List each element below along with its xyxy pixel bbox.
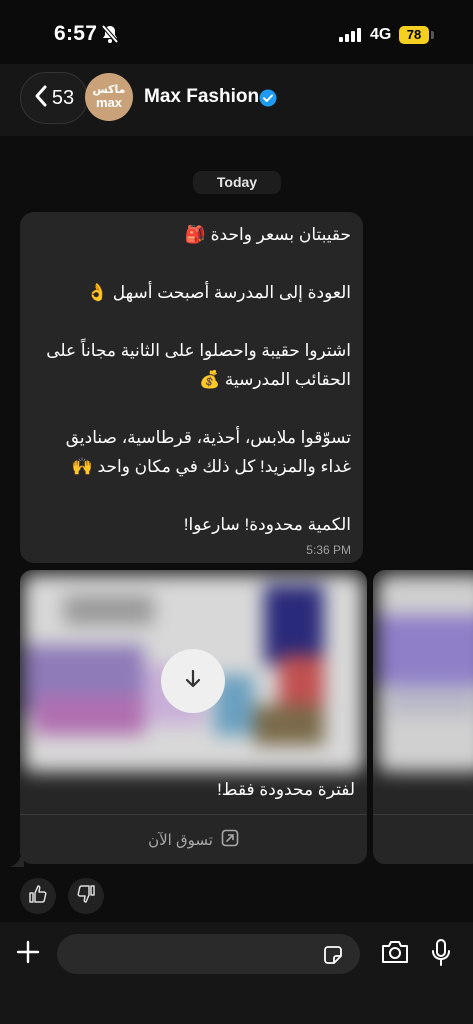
plus-icon[interactable]: [16, 940, 40, 969]
download-button[interactable]: [161, 649, 225, 713]
thumbs-up-icon: [28, 884, 48, 909]
message-bubble[interactable]: حقيبتان بسعر واحدة 🎒 العودة إلى المدرسة …: [20, 212, 363, 563]
bell-slash-icon: [100, 24, 120, 49]
network-type: 4G: [370, 26, 392, 43]
battery-level: 78: [399, 26, 429, 44]
avatar[interactable]: ماكس max: [85, 73, 133, 121]
carousel-card[interactable]: لفترة محدودة فقط! تسوق الآن: [20, 570, 367, 864]
shop-now-label: تسوق الآن: [148, 831, 213, 849]
status-time: 6:57: [54, 22, 98, 45]
avatar-label-en: max: [95, 95, 123, 110]
thumbs-down-button[interactable]: [68, 878, 104, 914]
battery-tip: [431, 31, 434, 39]
thumbs-up-button[interactable]: [20, 878, 56, 914]
card-image: [378, 575, 473, 772]
card-divider: [373, 814, 473, 815]
sticker-icon[interactable]: [322, 944, 344, 971]
back-button[interactable]: 53: [20, 72, 88, 124]
date-separator: Today: [193, 171, 281, 194]
thumbs-down-icon: [76, 884, 96, 909]
mic-icon[interactable]: [430, 938, 452, 973]
bubble-tail: [10, 854, 24, 872]
carousel-card-next[interactable]: [373, 570, 473, 864]
status-bar: 6:57 4G 78: [0, 0, 473, 64]
chat-title[interactable]: Max Fashion: [144, 86, 259, 108]
message-text: حقيبتان بسعر واحدة 🎒 العودة إلى المدرسة …: [46, 225, 351, 534]
download-icon: [184, 669, 202, 694]
composer-bar: [0, 922, 473, 1024]
external-link-icon: [221, 829, 239, 851]
message-input[interactable]: [57, 934, 360, 974]
message-time: 5:36 PM: [306, 543, 351, 557]
unread-count: 53: [51, 86, 75, 109]
chat-header: 53 ماكس max Max Fashion: [0, 64, 473, 136]
camera-icon[interactable]: [380, 939, 410, 970]
shop-now-button[interactable]: تسوق الآن: [20, 815, 367, 864]
chevron-left-icon: [34, 85, 48, 112]
verified-icon: [259, 89, 277, 112]
signal-icon: [339, 28, 363, 47]
card-caption: لفترة محدودة فقط!: [217, 780, 355, 799]
chat-area: Today حقيبتان بسعر واحدة 🎒 العودة إلى ال…: [0, 136, 473, 922]
